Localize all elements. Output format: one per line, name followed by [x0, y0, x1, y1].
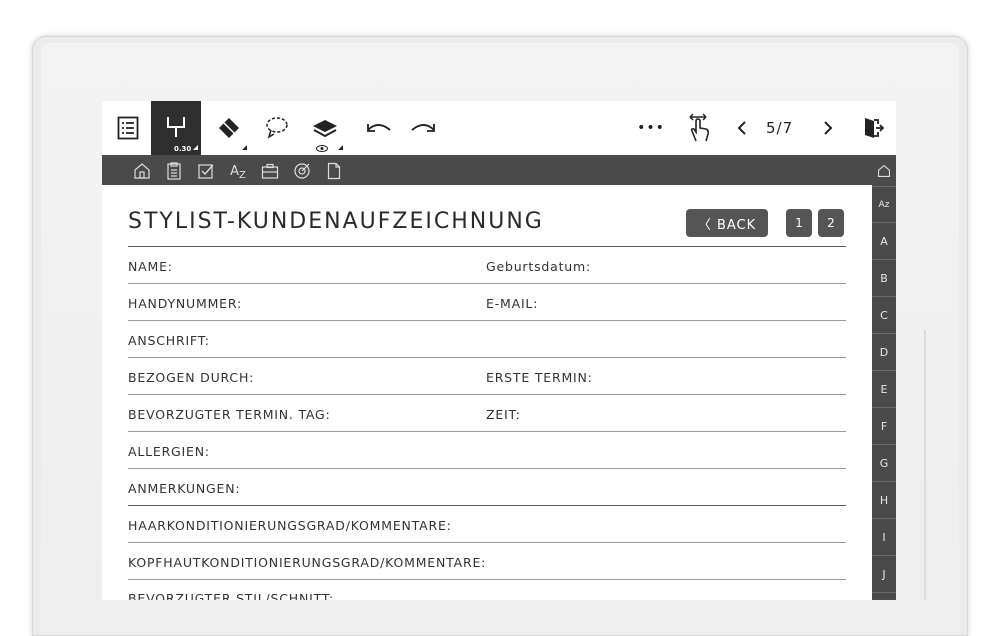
field-phone[interactable]: HANDYNUMMER: [128, 296, 242, 311]
pen-tool-button[interactable]: 0.30 [151, 101, 201, 155]
clipboard-icon[interactable] [164, 161, 184, 181]
alpha-item-d[interactable]: D [872, 334, 896, 371]
list-icon [117, 116, 139, 140]
field-referred-by[interactable]: BEZOGEN DURCH: [128, 370, 254, 385]
eraser-button[interactable] [206, 101, 252, 155]
row-divider [128, 283, 846, 284]
row-divider [128, 394, 846, 395]
row-divider [128, 542, 846, 543]
target-icon[interactable] [292, 161, 312, 181]
alphabet-az-icon[interactable]: AZ [228, 161, 248, 181]
undo-button[interactable] [358, 101, 398, 155]
alpha-item-h[interactable]: H [872, 482, 896, 519]
alpha-item-j[interactable]: J [872, 556, 896, 593]
page-2-button[interactable]: 2 [818, 209, 844, 237]
title-divider [128, 246, 846, 247]
lasso-icon [266, 117, 288, 139]
field-name[interactable]: NAME: [128, 259, 173, 274]
pen-size-label: 0.30 [174, 145, 192, 153]
next-page-button[interactable] [816, 101, 840, 155]
row-divider [128, 468, 846, 469]
layers-options-indicator [338, 145, 343, 150]
field-time[interactable]: ZEIT: [486, 407, 521, 422]
document-icon[interactable] [324, 161, 344, 181]
layers-button[interactable] [302, 101, 348, 155]
touch-gesture-button[interactable] [680, 101, 720, 155]
back-button[interactable]: 〈 BACK [686, 209, 768, 237]
eye-icon [316, 145, 328, 152]
exit-button[interactable] [856, 101, 890, 155]
table-of-contents-button[interactable] [108, 101, 148, 155]
row-divider [128, 505, 846, 506]
pen-icon [167, 117, 185, 137]
field-preferred-day[interactable]: BEVORZUGTER TERMIN. TAG: [128, 407, 331, 422]
field-preferred-style[interactable]: BEVORZUGTER STIL/SCHNITT: [128, 591, 334, 600]
field-allergies[interactable]: ALLERGIEN: [128, 444, 210, 459]
alpha-az-item[interactable]: Az [872, 187, 896, 223]
row-divider [128, 431, 846, 432]
alphabet-sidebar: Az A B C D E F G H I J [872, 155, 896, 600]
briefcase-icon[interactable] [260, 161, 280, 181]
page-indicator: 5/7 [766, 119, 794, 137]
undo-icon [367, 124, 391, 132]
alpha-item-f[interactable]: F [872, 408, 896, 445]
field-hair-condition[interactable]: HAARKONDITIONIERUNGSGRAD/KOMMENTARE: [128, 518, 452, 533]
eraser-options-indicator [242, 145, 247, 150]
field-first-appointment[interactable]: ERSTE TERMIN: [486, 370, 593, 385]
touch-swipe-icon [689, 113, 710, 142]
template-nav-bar: AZ [102, 155, 872, 185]
form-title: STYLIST-KUNDENAUFZEICHNUNG [128, 209, 544, 234]
layers-icon [313, 120, 337, 138]
exit-door-icon [865, 118, 884, 138]
top-toolbar: 0.30 ••• 5/7 [102, 101, 896, 155]
row-divider [128, 579, 846, 580]
row-divider [128, 320, 846, 321]
alpha-item-i[interactable]: I [872, 519, 896, 556]
alpha-item-a[interactable]: A [872, 223, 896, 260]
field-email[interactable]: E-MAIL: [486, 296, 538, 311]
device-screen: 0.30 ••• 5/7 A Z Az A B C D E F G H I J … [102, 101, 896, 600]
alpha-item-g[interactable]: G [872, 445, 896, 482]
checkbox-icon[interactable] [196, 161, 216, 181]
page-1-button[interactable]: 1 [786, 209, 812, 237]
bezel-edge-line [924, 330, 926, 600]
home-icon[interactable] [132, 161, 152, 181]
redo-icon [411, 124, 435, 132]
field-address[interactable]: ANSCHRIFT: [128, 333, 210, 348]
previous-page-button[interactable] [730, 101, 754, 155]
alpha-home-icon[interactable] [872, 155, 896, 187]
alpha-item-e[interactable]: E [872, 371, 896, 408]
chevron-right-icon [824, 121, 833, 135]
pen-options-indicator [193, 145, 198, 150]
more-menu-button[interactable]: ••• [634, 101, 668, 155]
redo-button[interactable] [404, 101, 444, 155]
alpha-item-b[interactable]: B [872, 260, 896, 297]
field-notes[interactable]: ANMERKUNGEN: [128, 481, 240, 496]
alpha-item-c[interactable]: C [872, 297, 896, 334]
field-scalp-condition[interactable]: KOPFHAUTKONDITIONIERUNGSGRAD/KOMMENTARE: [128, 555, 486, 570]
row-divider [128, 357, 846, 358]
chevron-left-icon [737, 121, 746, 135]
lasso-button[interactable] [254, 101, 298, 155]
field-birthdate[interactable]: Geburtsdatum: [486, 259, 591, 274]
eraser-icon [219, 118, 239, 138]
